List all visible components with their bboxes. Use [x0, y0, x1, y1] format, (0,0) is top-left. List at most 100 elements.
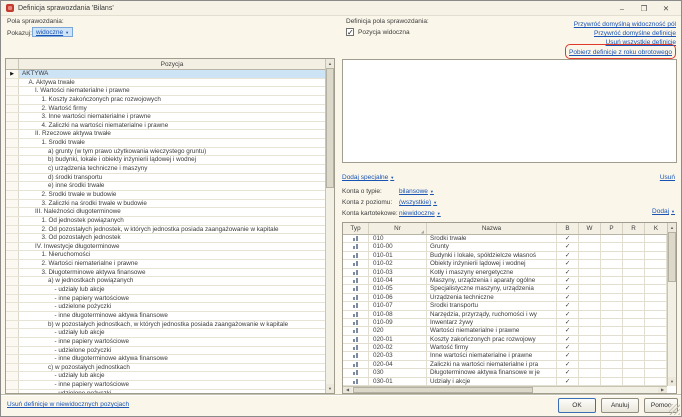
flag-r-cell[interactable]: [623, 277, 645, 284]
flag-w-cell[interactable]: [579, 285, 601, 292]
table-hscroll-thumb[interactable]: [353, 387, 533, 393]
col-nr-header[interactable]: Nr◢: [369, 223, 427, 234]
flag-b-cell[interactable]: ✓: [557, 361, 579, 368]
definition-text-area[interactable]: [342, 59, 677, 163]
flag-w-cell[interactable]: [579, 260, 601, 267]
flag-k-cell[interactable]: [645, 361, 667, 368]
flag-r-cell[interactable]: [623, 260, 645, 267]
account-row[interactable]: 020-03Inne wartości niematerialne i praw…: [343, 352, 667, 360]
account-row[interactable]: 010-02Obiekty inżynierii lądowej i wodne…: [343, 260, 667, 268]
flag-k-cell[interactable]: [645, 302, 667, 309]
account-row[interactable]: 020Wartości niematerialne i prawne✓: [343, 327, 667, 335]
tree-row[interactable]: c) urządzenia techniczne i maszyny: [6, 165, 325, 174]
flag-p-cell[interactable]: [601, 336, 623, 343]
add-special-dropdown[interactable]: Dodaj specjalne ▼: [342, 174, 394, 181]
col-nazwa-header[interactable]: Nazwa: [427, 223, 557, 234]
flag-b-cell[interactable]: ✓: [557, 285, 579, 292]
tree-row[interactable]: 2. Wartość firmy: [6, 105, 325, 114]
tree-row[interactable]: - udziały lub akcje: [6, 329, 325, 338]
tree-row[interactable]: - udzielone pożyczki: [6, 390, 325, 393]
tree-row[interactable]: d) środki transportu: [6, 174, 325, 183]
flag-p-cell[interactable]: [601, 378, 623, 385]
account-row[interactable]: 010-01Budynki i lokale, spółdzielcze wła…: [343, 252, 667, 260]
flag-w-cell[interactable]: [579, 327, 601, 334]
flag-k-cell[interactable]: [645, 260, 667, 267]
flag-b-cell[interactable]: ✓: [557, 378, 579, 385]
tree-row[interactable]: 1. Od jednostek powiązanych: [6, 217, 325, 226]
minimize-button[interactable]: –: [611, 1, 633, 16]
col-b-header[interactable]: B: [557, 223, 579, 234]
account-row[interactable]: 010-09Inwentarz żywy✓: [343, 319, 667, 327]
flag-b-cell[interactable]: ✓: [557, 294, 579, 301]
tree-row[interactable]: 2. Wartości niematerialne i prawne: [6, 260, 325, 269]
account-row[interactable]: 010-05Specjalistyczne maszyny, urządzeni…: [343, 285, 667, 293]
tree-row[interactable]: IV. Inwestycje długoterminowe: [6, 243, 325, 252]
tree-row[interactable]: - inne papiery wartościowe: [6, 295, 325, 304]
account-row[interactable]: 010-04Maszyny, urządzenia i aparaty ogól…: [343, 277, 667, 285]
flag-r-cell[interactable]: [623, 243, 645, 250]
flag-r-cell[interactable]: [623, 344, 645, 351]
account-row[interactable]: 010-07Środki transportu✓: [343, 302, 667, 310]
flag-w-cell[interactable]: [579, 319, 601, 326]
tree-row[interactable]: b) budynki, lokale i obiekty inżynierii …: [6, 156, 325, 165]
flag-r-cell[interactable]: [623, 285, 645, 292]
flag-k-cell[interactable]: [645, 285, 667, 292]
col-w-header[interactable]: W: [579, 223, 601, 234]
position-tree-header[interactable]: Pozycja: [6, 59, 325, 70]
flag-r-cell[interactable]: [623, 352, 645, 359]
flag-r-cell[interactable]: [623, 252, 645, 259]
tree-row[interactable]: a) grunty (w tym prawo użytkowania wiecz…: [6, 148, 325, 157]
account-row[interactable]: 010-03Kotły i maszyny energetyczne✓: [343, 269, 667, 277]
flag-b-cell[interactable]: ✓: [557, 252, 579, 259]
tree-row[interactable]: 1. Nieruchomości: [6, 251, 325, 260]
flag-k-cell[interactable]: [645, 344, 667, 351]
account-row[interactable]: 020-02Wartość firmy✓: [343, 344, 667, 352]
tree-row[interactable]: 4. Zaliczki na wartości niematerialne i …: [6, 122, 325, 131]
flag-p-cell[interactable]: [601, 294, 623, 301]
flag-p-cell[interactable]: [601, 277, 623, 284]
flag-w-cell[interactable]: [579, 311, 601, 318]
flag-w-cell[interactable]: [579, 378, 601, 385]
tree-row[interactable]: 3. Inne wartości niematerialne i prawne: [6, 113, 325, 122]
tree-row[interactable]: II. Rzeczowe aktywa trwałe: [6, 130, 325, 139]
add-dropdown[interactable]: Dodaj ▼: [652, 208, 675, 215]
col-p-header[interactable]: P: [601, 223, 623, 234]
account-row[interactable]: 010Środki trwałe✓: [343, 235, 667, 243]
flag-r-cell[interactable]: [623, 361, 645, 368]
flag-p-cell[interactable]: [601, 269, 623, 276]
flag-k-cell[interactable]: [645, 378, 667, 385]
flag-p-cell[interactable]: [601, 369, 623, 376]
flag-b-cell[interactable]: ✓: [557, 260, 579, 267]
account-type-dropdown[interactable]: bilansowe ▼: [399, 188, 434, 195]
account-row[interactable]: 030Długoterminowe aktywa finansowe w je✓: [343, 369, 667, 377]
table-horizontal-scrollbar[interactable]: ◀ ▶: [343, 386, 667, 393]
flag-b-cell[interactable]: ✓: [557, 243, 579, 250]
flag-r-cell[interactable]: [623, 311, 645, 318]
flag-b-cell[interactable]: ✓: [557, 269, 579, 276]
flag-p-cell[interactable]: [601, 285, 623, 292]
flag-r-cell[interactable]: [623, 235, 645, 242]
flag-p-cell[interactable]: [601, 344, 623, 351]
flag-b-cell[interactable]: ✓: [557, 235, 579, 242]
flag-r-cell[interactable]: [623, 302, 645, 309]
flag-r-cell[interactable]: [623, 369, 645, 376]
flag-r-cell[interactable]: [623, 269, 645, 276]
tree-row[interactable]: 1. Środki trwałe: [6, 139, 325, 148]
flag-p-cell[interactable]: [601, 252, 623, 259]
flag-k-cell[interactable]: [645, 311, 667, 318]
flag-w-cell[interactable]: [579, 369, 601, 376]
maximize-button[interactable]: ❐: [633, 1, 655, 16]
account-card-dropdown[interactable]: niewidoczne ▼: [399, 210, 441, 217]
tree-row[interactable]: I. Wartości niematerialne i prawne: [6, 87, 325, 96]
close-button[interactable]: ✕: [655, 1, 677, 16]
tree-row[interactable]: c) w pozostałych jednostkach: [6, 364, 325, 373]
tree-row[interactable]: 3. Długoterminowe aktywa finansowe: [6, 269, 325, 278]
resize-grip[interactable]: [669, 404, 680, 415]
flag-k-cell[interactable]: [645, 327, 667, 334]
flag-w-cell[interactable]: [579, 294, 601, 301]
flag-w-cell[interactable]: [579, 352, 601, 359]
tree-row[interactable]: - inne długoterminowe aktywa finansowe: [6, 312, 325, 321]
account-row[interactable]: 020-01Koszty zakończonych prac rozwojowy…: [343, 336, 667, 344]
flag-k-cell[interactable]: [645, 243, 667, 250]
tree-row[interactable]: 1. Koszty zakończonych prac rozwojowych: [6, 96, 325, 105]
